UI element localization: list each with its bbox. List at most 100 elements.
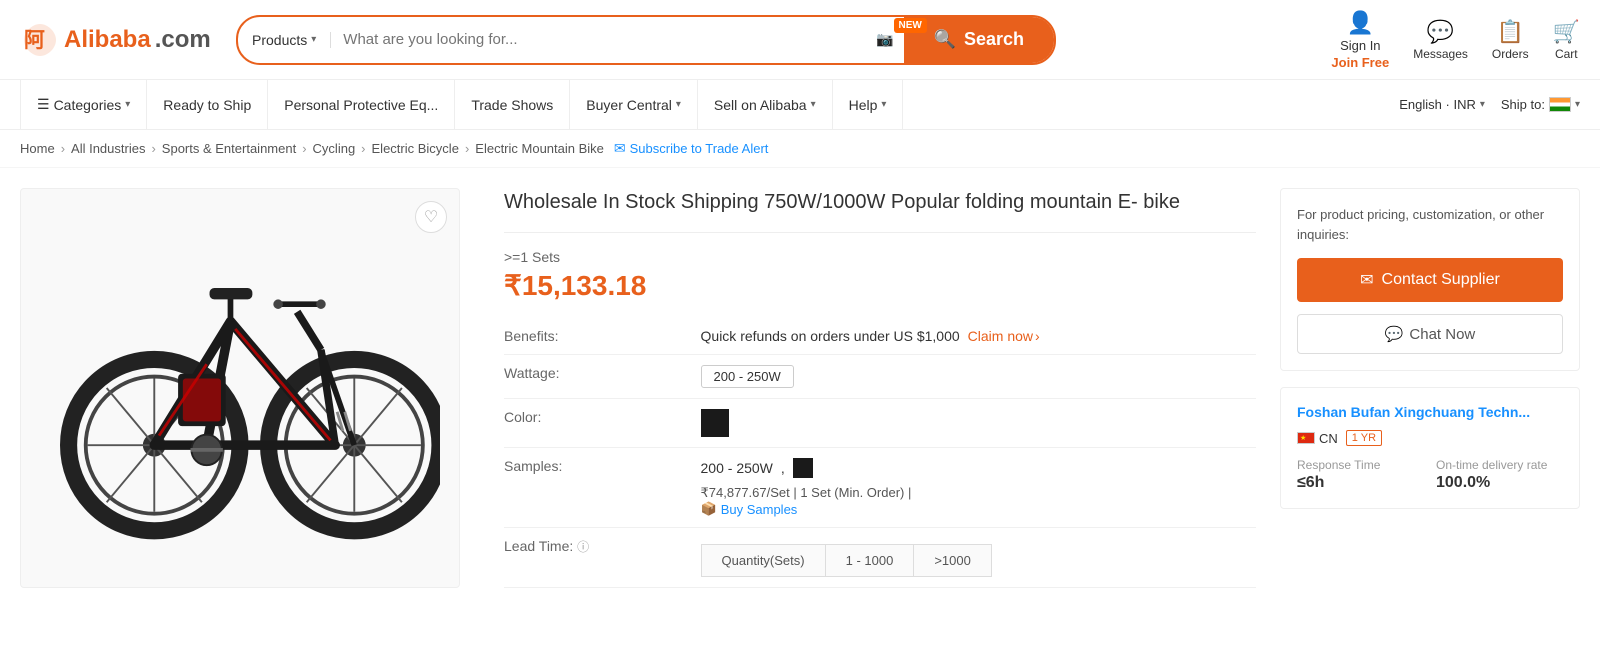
main-content: ♡ — [0, 168, 1600, 608]
wattage-badge[interactable]: 200 - 250W — [701, 365, 794, 388]
response-time-label: Response Time — [1297, 458, 1424, 472]
buy-samples-link[interactable]: 📦 Buy Samples — [701, 501, 1256, 517]
subscribe-label: Subscribe to Trade Alert — [630, 141, 769, 156]
logo-domain: .com — [155, 26, 211, 54]
messages-action[interactable]: 💬 Messages — [1413, 19, 1468, 61]
messages-label: Messages — [1413, 47, 1468, 61]
ship-to-selector[interactable]: Ship to: ▾ — [1501, 97, 1580, 112]
buyer-central-nav[interactable]: Buyer Central ▾ — [570, 80, 698, 129]
color-swatch-black[interactable] — [701, 409, 729, 437]
sell-on-alibaba-nav[interactable]: Sell on Alibaba ▾ — [698, 80, 833, 129]
ppe-label: Personal Protective Eq... — [284, 97, 438, 113]
supplier-meta: CN 1 YR — [1297, 430, 1563, 446]
lead-time-header-row: Quantity(Sets) 1 - 1000 >1000 — [701, 545, 991, 577]
china-flag-icon — [1297, 432, 1315, 444]
product-attributes-table: Benefits: Quick refunds on orders under … — [504, 318, 1256, 588]
breadcrumb-home[interactable]: Home — [20, 141, 55, 156]
sample-color-swatch[interactable] — [793, 458, 813, 478]
response-time-stat: Response Time ≤6h — [1297, 458, 1424, 492]
separator: , — [781, 460, 785, 476]
lead-time-text: Lead Time: — [504, 538, 573, 554]
mail-icon: ✉ — [614, 140, 626, 157]
chat-now-button[interactable]: 💬 Chat Now — [1297, 314, 1563, 354]
chat-now-label: Chat Now — [1409, 326, 1475, 343]
benefits-value: Quick refunds on orders under US $1,000 … — [701, 318, 1256, 355]
inquiry-box: For product pricing, customization, or o… — [1280, 188, 1580, 371]
breadcrumb-cycling[interactable]: Cycling — [313, 141, 356, 156]
orders-icon: 📋 — [1497, 19, 1524, 45]
help-nav[interactable]: Help ▾ — [833, 80, 904, 129]
lead-time-col-qty: Quantity(Sets) — [701, 545, 825, 577]
breadcrumb: Home › All Industries › Sports & Enterta… — [0, 130, 1600, 168]
categories-chevron-icon: ▾ — [125, 99, 130, 110]
categories-nav[interactable]: ☰ Categories ▾ — [20, 80, 147, 129]
benefits-content: Quick refunds on orders under US $1,000 … — [701, 328, 1256, 344]
search-input[interactable] — [331, 31, 866, 48]
products-dropdown[interactable]: Products ▾ — [238, 32, 331, 48]
orders-action[interactable]: 📋 Orders — [1492, 19, 1529, 61]
breadcrumb-sep-1: › — [61, 141, 65, 156]
wattage-label: Wattage: — [504, 355, 701, 399]
buyer-central-chevron-icon: ▾ — [676, 99, 681, 110]
cart-icon: 🛒 — [1553, 19, 1580, 45]
search-bar: Products ▾ 📷 NEW 🔍 Search — [236, 15, 1056, 65]
breadcrumb-all-industries[interactable]: All Industries — [71, 141, 145, 156]
user-icon: 👤 — [1347, 10, 1374, 36]
product-price: ₹15,133.18 — [504, 269, 1256, 302]
samples-price-row: ₹74,877.67/Set | 1 Set (Min. Order) | 📦 … — [701, 484, 1256, 517]
response-time-value: ≤6h — [1297, 474, 1424, 492]
cart-action[interactable]: 🛒 Cart — [1553, 19, 1580, 61]
color-label: Color: — [504, 399, 701, 448]
supplier-stats: Response Time ≤6h On-time delivery rate … — [1297, 458, 1563, 492]
benefits-row: Benefits: Quick refunds on orders under … — [504, 318, 1256, 355]
lead-time-col-1000: 1 - 1000 — [825, 545, 914, 577]
language-selector[interactable]: English · INR ▾ — [1399, 97, 1485, 112]
sign-in-action[interactable]: 👤 Sign In Join Free — [1331, 10, 1389, 70]
subscribe-trade-alert[interactable]: ✉ Subscribe to Trade Alert — [614, 140, 768, 157]
navbar: ☰ Categories ▾ Ready to Ship Personal Pr… — [0, 80, 1600, 130]
wishlist-button[interactable]: ♡ — [415, 201, 447, 233]
trade-shows-nav[interactable]: Trade Shows — [455, 80, 570, 129]
contact-supplier-label: Contact Supplier — [1382, 271, 1500, 289]
hamburger-icon: ☰ — [37, 96, 50, 113]
breadcrumb-electric-bicycle[interactable]: Electric Bicycle — [372, 141, 459, 156]
lead-time-table: Quantity(Sets) 1 - 1000 >1000 — [701, 544, 992, 577]
inquiry-text: For product pricing, customization, or o… — [1297, 205, 1563, 244]
messages-icon: 💬 — [1427, 19, 1454, 45]
claim-arrow-icon: › — [1035, 328, 1040, 344]
help-label: Help — [849, 97, 878, 113]
logo[interactable]: 阿 Alibaba .com — [20, 20, 220, 60]
supplier-name[interactable]: Foshan Bufan Xingchuang Techn... — [1297, 404, 1563, 420]
breadcrumb-sep-2: › — [151, 141, 155, 156]
sign-in-label: Sign In — [1340, 38, 1380, 53]
join-free-label: Join Free — [1331, 55, 1389, 70]
benefits-text: Quick refunds on orders under US $1,000 — [701, 328, 960, 344]
svg-text:阿: 阿 — [24, 29, 45, 52]
lead-time-row: Lead Time: ⓘ Quantity(Sets) 1 - 1000 >10… — [504, 528, 1256, 588]
ppe-nav[interactable]: Personal Protective Eq... — [268, 80, 455, 129]
help-chevron-icon: ▾ — [881, 99, 886, 110]
samples-value: 200 - 250W , ₹74,877.67/Set | 1 Set (Min… — [701, 448, 1256, 528]
breadcrumb-sep-4: › — [361, 141, 365, 156]
buyer-central-label: Buyer Central — [586, 97, 672, 113]
lead-time-col-over-1000: >1000 — [914, 545, 992, 577]
contact-supplier-button[interactable]: ✉ Contact Supplier — [1297, 258, 1563, 302]
search-button-label: Search — [964, 29, 1024, 50]
alibaba-logo-icon: 阿 — [20, 20, 60, 60]
claim-now-link[interactable]: Claim now › — [968, 328, 1040, 344]
cart-label: Cart — [1555, 47, 1578, 61]
samples-label: Samples: — [504, 448, 701, 528]
product-image-section: ♡ — [20, 188, 480, 588]
breadcrumb-electric-mountain-bike[interactable]: Electric Mountain Bike — [475, 141, 604, 156]
breadcrumb-sports[interactable]: Sports & Entertainment — [162, 141, 296, 156]
samples-config: 200 - 250W — [701, 460, 773, 476]
ready-to-ship-nav[interactable]: Ready to Ship — [147, 80, 268, 129]
delivery-rate-label: On-time delivery rate — [1436, 458, 1563, 472]
product-image-container: ♡ — [20, 188, 460, 588]
delivery-rate-value: 100.0% — [1436, 474, 1563, 492]
envelope-icon: ✉ — [1360, 270, 1373, 290]
buy-samples-label: Buy Samples — [721, 502, 798, 517]
camera-icon[interactable]: 📷 — [866, 31, 903, 48]
categories-label: Categories — [54, 97, 122, 113]
claim-label: Claim now — [968, 328, 1033, 344]
